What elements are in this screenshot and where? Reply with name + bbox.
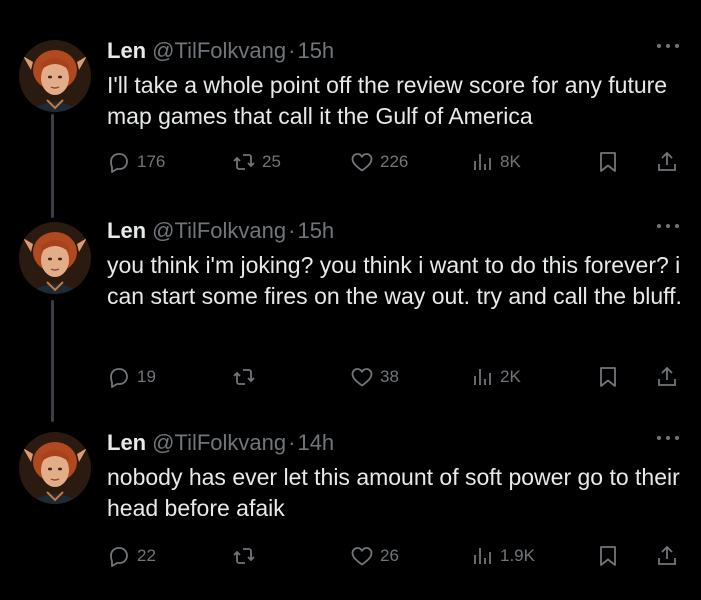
reply-button[interactable]: 176 bbox=[107, 147, 165, 177]
like-count: 226 bbox=[380, 152, 409, 171]
views-button[interactable]: 2K bbox=[470, 362, 521, 392]
bookmark-button[interactable] bbox=[596, 541, 620, 571]
bookmark-icon bbox=[600, 546, 616, 566]
reply-button[interactable]: 22 bbox=[107, 541, 156, 571]
views-button[interactable]: 1.9K bbox=[470, 541, 535, 571]
share-icon bbox=[658, 545, 676, 565]
separator-dot: · bbox=[288, 38, 296, 63]
avatar[interactable] bbox=[19, 40, 91, 112]
tweet-actions: 19 38 2K bbox=[0, 362, 701, 392]
separator-dot: · bbox=[288, 218, 296, 243]
reply-icon bbox=[110, 153, 128, 173]
share-button[interactable] bbox=[655, 147, 679, 177]
bookmark-icon bbox=[600, 367, 616, 387]
share-icon bbox=[658, 366, 676, 386]
like-count: 26 bbox=[380, 546, 399, 565]
heart-icon bbox=[351, 153, 373, 172]
author-handle[interactable]: @TilFolkvang bbox=[152, 38, 286, 64]
author-name[interactable]: Len bbox=[107, 430, 146, 456]
bookmark-button[interactable] bbox=[596, 147, 620, 177]
tweet-actions: 22 26 1.9K bbox=[0, 541, 701, 571]
share-button[interactable] bbox=[655, 362, 679, 392]
author-name[interactable]: Len bbox=[107, 218, 146, 244]
timestamp[interactable]: 15h bbox=[297, 218, 334, 244]
timestamp[interactable]: 14h bbox=[297, 430, 334, 456]
bookmark-icon bbox=[600, 152, 616, 172]
retweet-icon bbox=[233, 369, 255, 385]
tweet-text: you think i'm joking? you think i want t… bbox=[107, 252, 682, 309]
retweet-count: 25 bbox=[262, 152, 281, 171]
avatar[interactable] bbox=[19, 222, 91, 294]
reply-count: 22 bbox=[137, 546, 156, 565]
reply-icon bbox=[110, 547, 128, 567]
more-icon[interactable] bbox=[657, 44, 679, 50]
heart-icon bbox=[351, 368, 373, 387]
more-icon[interactable] bbox=[657, 224, 679, 230]
author-name[interactable]: Len bbox=[107, 38, 146, 64]
reply-count: 176 bbox=[137, 152, 166, 171]
author-handle[interactable]: @TilFolkvang bbox=[152, 430, 286, 456]
tweet-actions: 176 25 226 8K bbox=[0, 147, 701, 177]
bookmark-button[interactable] bbox=[596, 362, 620, 392]
views-icon bbox=[474, 154, 491, 170]
like-button[interactable]: 26 bbox=[350, 541, 399, 571]
views-count: 2K bbox=[500, 367, 521, 386]
tweet-text: I'll take a whole point off the review s… bbox=[107, 72, 668, 129]
like-count: 38 bbox=[380, 367, 399, 386]
heart-icon bbox=[351, 547, 373, 566]
retweet-button[interactable] bbox=[232, 541, 262, 571]
avatar[interactable] bbox=[19, 432, 91, 504]
views-count: 1.9K bbox=[500, 546, 535, 565]
like-button[interactable]: 226 bbox=[350, 147, 408, 177]
tweet-text: nobody has ever let this amount of soft … bbox=[107, 464, 680, 521]
retweet-icon bbox=[233, 548, 255, 564]
reply-icon bbox=[110, 368, 128, 388]
views-button[interactable]: 8K bbox=[470, 147, 521, 177]
retweet-icon bbox=[233, 154, 255, 170]
reply-button[interactable]: 19 bbox=[107, 362, 156, 392]
views-count: 8K bbox=[500, 152, 521, 171]
retweet-button[interactable] bbox=[232, 362, 262, 392]
share-icon bbox=[658, 151, 676, 171]
views-icon bbox=[474, 369, 491, 385]
like-button[interactable]: 38 bbox=[350, 362, 399, 392]
more-icon[interactable] bbox=[657, 436, 679, 442]
thread-line bbox=[51, 300, 54, 422]
reply-count: 19 bbox=[137, 367, 156, 386]
separator-dot: · bbox=[288, 430, 296, 455]
views-icon bbox=[474, 548, 491, 564]
author-handle[interactable]: @TilFolkvang bbox=[152, 218, 286, 244]
retweet-button[interactable]: 25 bbox=[232, 147, 281, 177]
timestamp[interactable]: 15h bbox=[297, 38, 334, 64]
share-button[interactable] bbox=[655, 541, 679, 571]
